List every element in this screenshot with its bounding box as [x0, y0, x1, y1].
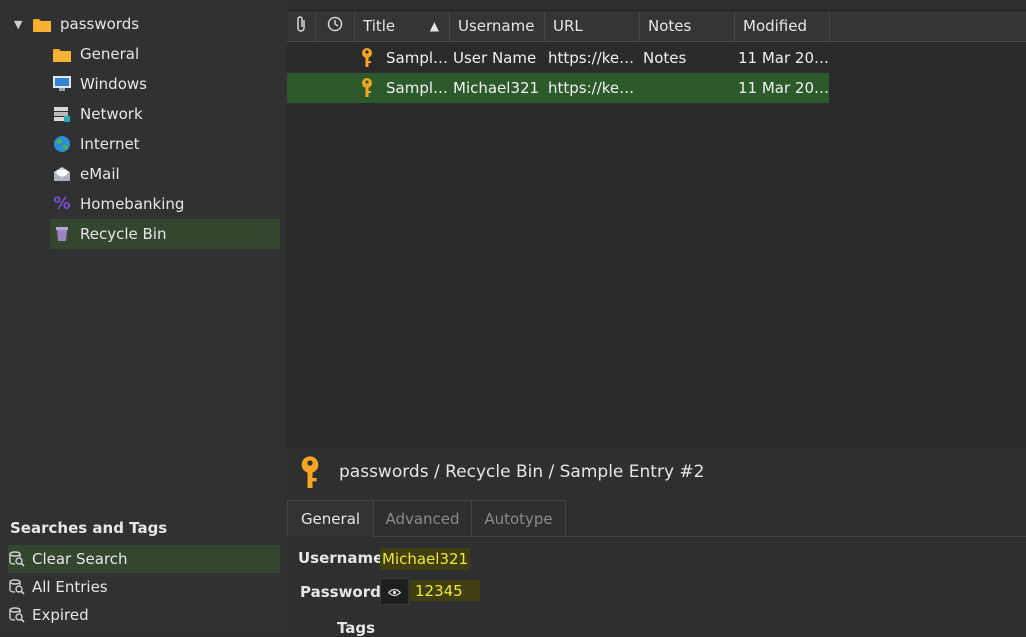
paperclip-icon [295, 15, 307, 37]
cell-modified: 11 Mar 20… [738, 79, 828, 97]
trash-icon [52, 224, 72, 244]
tree-item-recycle-bin[interactable]: Recycle Bin [50, 219, 280, 249]
folder-icon [52, 44, 72, 64]
cell-username: User Name [453, 49, 537, 67]
tree-item-label: General [80, 45, 140, 63]
tree-item-email[interactable]: eMail [52, 159, 280, 189]
group-tree-panel: ▼ passwords General Windows Network Inte… [0, 0, 286, 633]
show-password-button[interactable] [380, 578, 409, 605]
column-header-url[interactable]: URL [545, 11, 640, 42]
cell-modified: 11 Mar 20… [738, 49, 828, 67]
entry-table: Title ▲ Username URL Notes Modified Samp… [287, 10, 1026, 447]
key-icon [300, 456, 320, 494]
tag-item-expired[interactable]: Expired [8, 601, 280, 629]
column-header-attachment[interactable] [287, 11, 316, 42]
column-header-label: Username [458, 17, 535, 35]
key-icon [361, 73, 377, 103]
tree-item-network[interactable]: Network [52, 99, 280, 129]
tree-item-label: Network [80, 105, 143, 123]
column-header-expires[interactable] [316, 11, 355, 42]
tree-item-root[interactable]: ▼ passwords [14, 9, 139, 39]
cell-title: Sampl… [386, 49, 449, 67]
tab-general[interactable]: General [287, 500, 374, 537]
tag-item-label: All Entries [32, 578, 108, 596]
column-header-filler [830, 11, 1026, 42]
windows-icon [52, 74, 72, 94]
folder-icon [32, 14, 52, 34]
tree-item-internet[interactable]: Internet [52, 129, 280, 159]
sort-ascending-icon: ▲ [429, 19, 439, 33]
column-header-notes[interactable]: Notes [640, 11, 735, 42]
tag-item-label: Expired [32, 606, 89, 624]
column-header-modified[interactable]: Modified [735, 11, 830, 42]
cell-url: https://ke… [548, 79, 635, 97]
tree-item-general[interactable]: General [52, 39, 280, 69]
tags-label: Tags [337, 619, 376, 637]
tree-item-label: Homebanking [80, 195, 185, 213]
cell-notes: Notes [643, 49, 687, 67]
column-header-label: Title [363, 17, 396, 35]
column-header-username[interactable]: Username [450, 11, 545, 42]
cell-username: Michael321 [453, 79, 540, 97]
clock-icon [327, 16, 343, 36]
tree-item-windows[interactable]: Windows [52, 69, 280, 99]
tree-item-label: Internet [80, 135, 140, 153]
username-value[interactable]: Michael321 [380, 548, 471, 570]
search-database-icon [8, 549, 26, 569]
tree-item-homebanking[interactable]: % Homebanking [52, 189, 280, 219]
tag-item-label: Clear Search [32, 550, 128, 568]
searches-and-tags-heading: Searches and Tags [10, 519, 168, 537]
chevron-down-icon[interactable]: ▼ [14, 18, 28, 31]
cell-title: Sampl… [386, 79, 449, 97]
password-label: Password [300, 583, 381, 601]
eye-icon [387, 583, 402, 601]
column-header-label: Notes [648, 17, 692, 35]
percent-icon: % [53, 194, 71, 214]
tree-item-label: Recycle Bin [80, 225, 167, 243]
tab-advanced[interactable]: Advanced [373, 500, 472, 537]
username-label: Username [298, 549, 384, 567]
tree-item-label: Windows [80, 75, 147, 93]
search-database-icon [8, 577, 26, 597]
tree-item-label: eMail [80, 165, 120, 183]
tag-item-all-entries[interactable]: All Entries [8, 573, 280, 601]
mail-icon [52, 164, 72, 184]
entry-breadcrumb: passwords / Recycle Bin / Sample Entry #… [339, 462, 705, 482]
tab-autotype[interactable]: Autotype [471, 500, 566, 537]
column-header-label: URL [553, 17, 583, 35]
column-header-title[interactable]: Title ▲ [355, 11, 450, 42]
table-row-selected[interactable]: Sampl… Michael321 https://ke… 11 Mar 20… [287, 73, 829, 103]
cell-notes [643, 73, 735, 103]
globe-icon [52, 134, 72, 154]
column-header-label: Modified [743, 17, 808, 35]
key-icon [361, 43, 377, 73]
cell-url: https://ke… [548, 49, 635, 67]
table-row[interactable]: Sampl… User Name https://ke… Notes 11 Ma… [287, 43, 829, 73]
tree-root-label: passwords [60, 15, 140, 33]
tag-item-clear-search[interactable]: Clear Search [8, 545, 280, 573]
network-icon [52, 104, 72, 124]
search-database-icon [8, 605, 26, 625]
password-value[interactable]: 12345 [410, 580, 480, 601]
